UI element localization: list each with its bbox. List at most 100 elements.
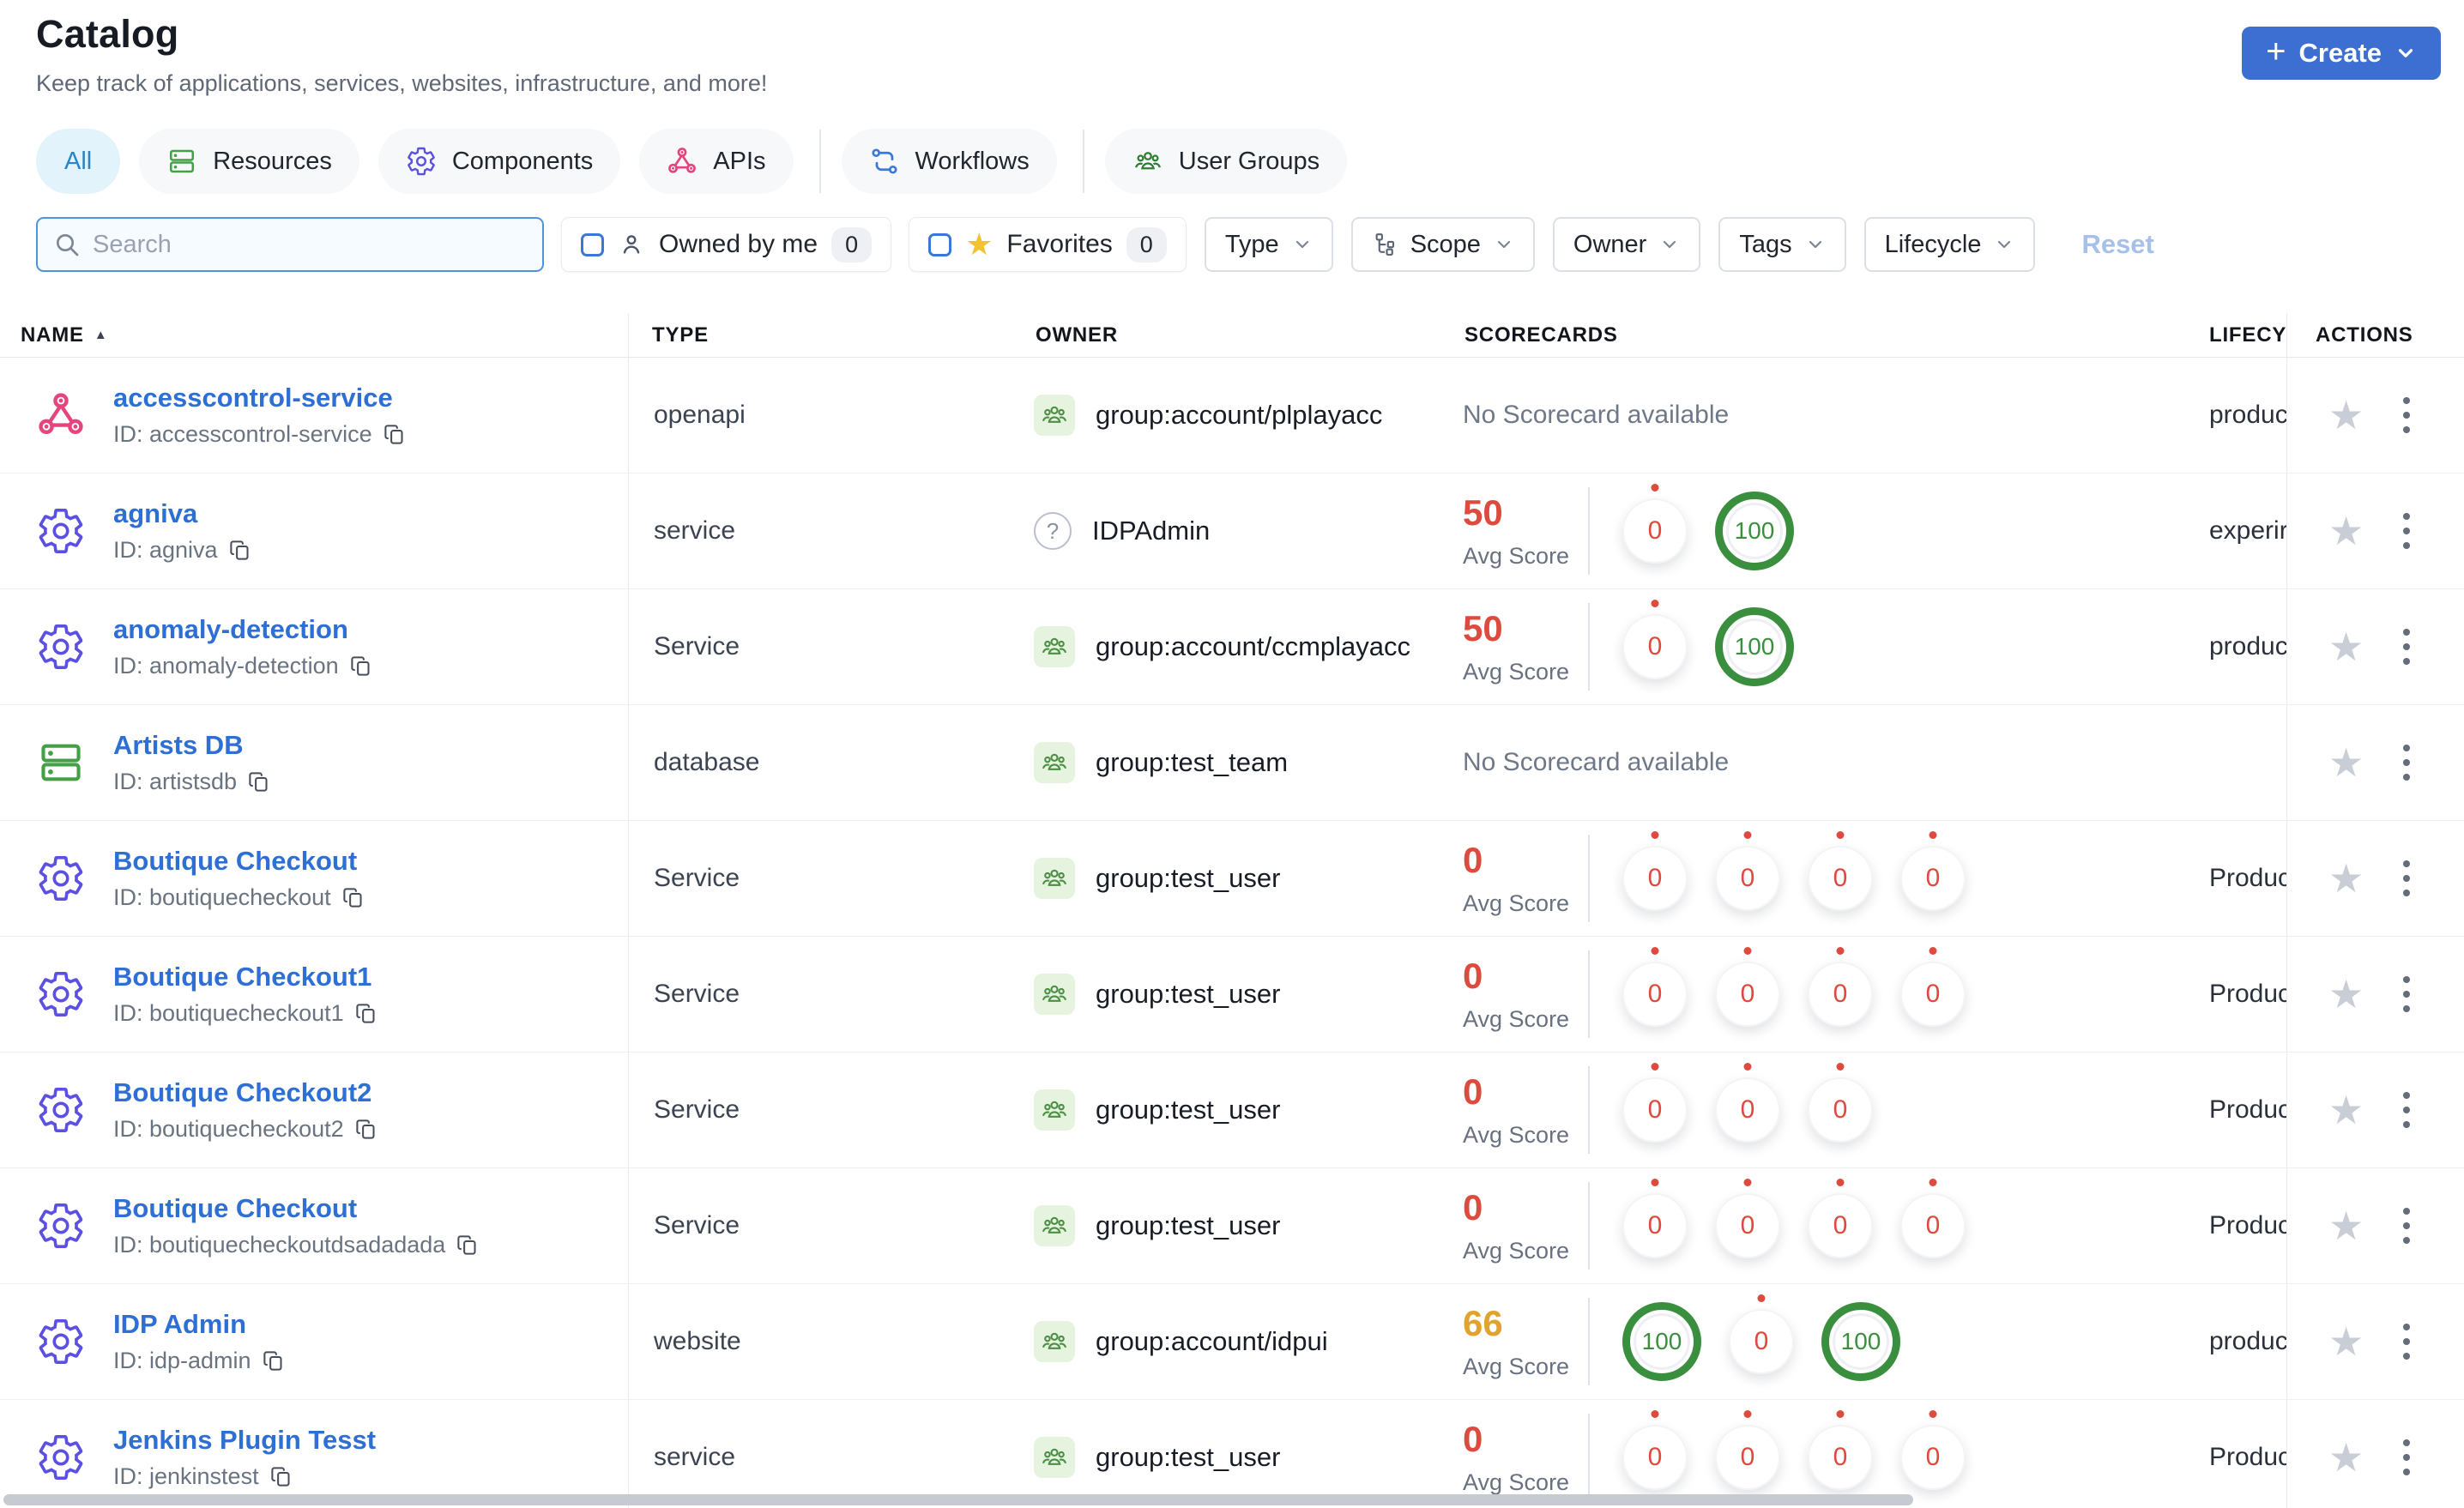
entity-name-link[interactable]: Boutique Checkout xyxy=(113,846,365,877)
entity-name-link[interactable]: anomaly-detection xyxy=(113,614,372,645)
table-row[interactable]: Boutique Checkout1 ID: boutiquecheckout1… xyxy=(0,937,2464,1053)
table-row[interactable]: Boutique Checkout2 ID: boutiquecheckout2… xyxy=(0,1053,2464,1168)
owner-dropdown[interactable]: Owner xyxy=(1552,217,1701,272)
kebab-menu-icon[interactable] xyxy=(2398,508,2415,554)
table-row[interactable]: IDP Admin ID: idp-admin website group:ac… xyxy=(0,1284,2464,1400)
table-row[interactable]: Artists DB ID: artistsdb database group:… xyxy=(0,705,2464,821)
column-header-lifecycle[interactable]: LIFECYC xyxy=(2188,313,2286,357)
entity-name-link[interactable]: Jenkins Plugin Tesst xyxy=(113,1425,376,1456)
scorecard-circle[interactable]: 0 xyxy=(1622,614,1688,679)
kebab-menu-icon[interactable] xyxy=(2398,971,2415,1017)
scope-dropdown[interactable]: Scope xyxy=(1350,217,1535,272)
horizontal-scrollbar[interactable] xyxy=(3,1494,1913,1505)
action-star-icon[interactable]: ★ xyxy=(2328,974,2364,1014)
table-row[interactable]: Boutique Checkout ID: boutiquecheckout S… xyxy=(0,821,2464,937)
sort-asc-icon[interactable]: ▲ xyxy=(94,328,108,342)
action-star-icon[interactable]: ★ xyxy=(2328,859,2364,898)
scorecard-circle[interactable]: 100 xyxy=(1821,1302,1900,1381)
entity-name-link[interactable]: Boutique Checkout xyxy=(113,1193,479,1224)
type-dropdown[interactable]: Type xyxy=(1204,217,1333,272)
copy-icon[interactable] xyxy=(456,1234,479,1257)
column-header-type[interactable]: TYPE xyxy=(629,313,1012,357)
scorecard-circle[interactable]: 100 xyxy=(1622,1302,1701,1381)
tab-workflows[interactable]: Workflows xyxy=(841,129,1057,194)
create-button[interactable]: + Create xyxy=(2242,27,2441,80)
scorecard-circle[interactable]: 0 xyxy=(1900,962,1966,1027)
favorites-filter[interactable]: ★ Favorites 0 xyxy=(909,217,1187,272)
table-row[interactable]: accesscontrol-service ID: accesscontrol-… xyxy=(0,358,2464,474)
entity-name-link[interactable]: Boutique Checkout1 xyxy=(113,962,377,992)
entity-name-link[interactable]: accesscontrol-service xyxy=(113,383,406,413)
scorecard-circle[interactable]: 0 xyxy=(1808,962,1873,1027)
scorecard-circle[interactable]: 0 xyxy=(1808,1425,1873,1490)
scorecard-circle[interactable]: 0 xyxy=(1622,846,1688,911)
action-star-icon[interactable]: ★ xyxy=(2328,743,2364,782)
kebab-menu-icon[interactable] xyxy=(2398,392,2415,438)
scorecard-circle[interactable]: 0 xyxy=(1622,498,1688,564)
lifecycle-dropdown[interactable]: Lifecycle xyxy=(1863,217,2036,272)
scorecard-circle[interactable]: 0 xyxy=(1622,1077,1688,1143)
owned-by-me-filter[interactable]: Owned by me 0 xyxy=(561,217,892,272)
copy-icon[interactable] xyxy=(341,886,365,909)
tab-all[interactable]: All xyxy=(36,129,121,194)
scorecard-circle[interactable]: 0 xyxy=(1715,1193,1780,1258)
kebab-menu-icon[interactable] xyxy=(2398,855,2415,902)
table-row[interactable]: Jenkins Plugin Tesst ID: jenkinstest ser… xyxy=(0,1400,2464,1508)
column-header-name[interactable]: NAME xyxy=(21,323,84,347)
kebab-menu-icon[interactable] xyxy=(2398,739,2415,786)
scorecard-circle[interactable]: 0 xyxy=(1715,1077,1780,1143)
action-star-icon[interactable]: ★ xyxy=(2328,395,2364,435)
tab-apis[interactable]: APIs xyxy=(639,129,794,194)
tags-dropdown[interactable]: Tags xyxy=(1718,217,1846,272)
copy-icon[interactable] xyxy=(354,1118,377,1141)
scorecard-circle[interactable]: 100 xyxy=(1715,607,1794,686)
tab-resources[interactable]: Resources xyxy=(139,129,359,194)
entity-name-link[interactable]: agniva xyxy=(113,498,251,529)
scorecard-circle[interactable]: 0 xyxy=(1900,1193,1966,1258)
scorecard-circle[interactable]: 0 xyxy=(1729,1309,1794,1374)
tab-components[interactable]: Components xyxy=(377,129,621,194)
action-star-icon[interactable]: ★ xyxy=(2328,1322,2364,1361)
scorecard-circle[interactable]: 100 xyxy=(1715,492,1794,570)
copy-icon[interactable] xyxy=(383,423,406,446)
kebab-menu-icon[interactable] xyxy=(2398,1087,2415,1133)
kebab-menu-icon[interactable] xyxy=(2398,624,2415,670)
favorites-checkbox[interactable] xyxy=(928,232,952,256)
action-star-icon[interactable]: ★ xyxy=(2328,511,2364,551)
action-star-icon[interactable]: ★ xyxy=(2328,627,2364,667)
table-row[interactable]: Boutique Checkout ID: boutiquecheckoutds… xyxy=(0,1168,2464,1284)
copy-icon[interactable] xyxy=(262,1349,285,1372)
copy-icon[interactable] xyxy=(228,539,251,562)
copy-icon[interactable] xyxy=(354,1002,377,1025)
reset-button[interactable]: Reset xyxy=(2081,229,2153,260)
scorecard-circle[interactable]: 0 xyxy=(1900,1425,1966,1490)
action-star-icon[interactable]: ★ xyxy=(2328,1090,2364,1130)
table-row[interactable]: anomaly-detection ID: anomaly-detection … xyxy=(0,589,2464,705)
scorecard-circle[interactable]: 0 xyxy=(1622,1193,1688,1258)
owned-by-me-checkbox[interactable] xyxy=(581,232,604,256)
copy-icon[interactable] xyxy=(269,1465,293,1488)
kebab-menu-icon[interactable] xyxy=(2398,1434,2415,1481)
kebab-menu-icon[interactable] xyxy=(2398,1318,2415,1365)
copy-icon[interactable] xyxy=(349,654,372,678)
scorecard-circle[interactable]: 0 xyxy=(1715,962,1780,1027)
scorecard-circle[interactable]: 0 xyxy=(1808,1193,1873,1258)
scorecard-circle[interactable]: 0 xyxy=(1622,962,1688,1027)
tab-user-groups[interactable]: User Groups xyxy=(1104,129,1348,194)
column-header-scorecards[interactable]: SCORECARDS xyxy=(1441,313,2188,357)
scorecard-circle[interactable]: 0 xyxy=(1622,1425,1688,1490)
table-row[interactable]: agniva ID: agniva service ? IDPAdmin 50 A… xyxy=(0,474,2464,589)
scorecard-circle[interactable]: 0 xyxy=(1900,846,1966,911)
copy-icon[interactable] xyxy=(247,770,270,793)
search-input[interactable] xyxy=(93,230,527,259)
scorecard-circle[interactable]: 0 xyxy=(1808,846,1873,911)
scorecard-circle[interactable]: 0 xyxy=(1715,846,1780,911)
action-star-icon[interactable]: ★ xyxy=(2328,1206,2364,1246)
entity-name-link[interactable]: Artists DB xyxy=(113,730,270,761)
entity-name-link[interactable]: Boutique Checkout2 xyxy=(113,1077,377,1108)
scorecard-circle[interactable]: 0 xyxy=(1808,1077,1873,1143)
kebab-menu-icon[interactable] xyxy=(2398,1203,2415,1249)
column-header-owner[interactable]: OWNER xyxy=(1012,313,1441,357)
entity-name-link[interactable]: IDP Admin xyxy=(113,1309,285,1340)
scorecard-circle[interactable]: 0 xyxy=(1715,1425,1780,1490)
